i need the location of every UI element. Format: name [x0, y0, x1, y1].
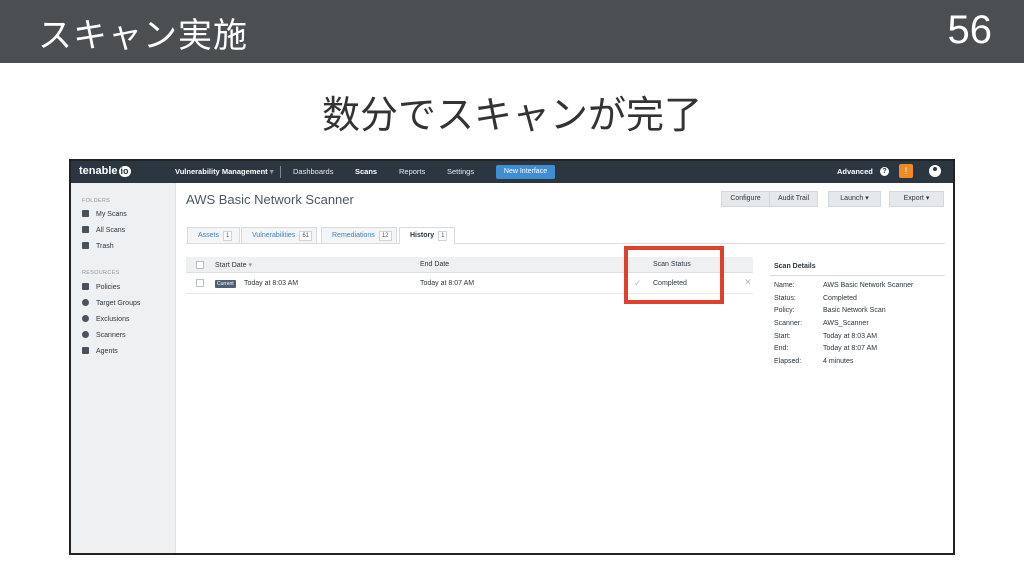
nav-settings[interactable]: Settings — [447, 167, 474, 176]
audit-trail-button[interactable]: Audit Trail — [769, 191, 818, 207]
sidebar-resources-heading: RESOURCES — [82, 270, 120, 276]
detail-value: Today at 8:03 AM — [823, 333, 878, 340]
detail-label: Scanner: — [774, 320, 803, 327]
tabs-divider — [186, 243, 945, 244]
sidebar-item-trash[interactable]: Trash — [82, 242, 114, 254]
detail-value: AWS Basic Network Scanner — [823, 282, 914, 289]
row-end-date: Today at 8:07 AM — [420, 280, 475, 287]
tab-assets[interactable]: Assets 1 — [187, 227, 240, 243]
tab-vulnerabilities[interactable]: Vulnerabilities 61 — [241, 227, 317, 243]
detail-value: 4 minutes — [823, 358, 854, 365]
details-divider — [770, 275, 945, 276]
row-checkbox[interactable] — [196, 279, 204, 287]
sort-icon: ▾ — [248, 262, 252, 269]
detail-value: Today at 8:07 AM — [823, 345, 878, 352]
detail-label: End: — [774, 345, 789, 352]
detail-value: Completed — [823, 295, 857, 302]
detail-label: Status: — [774, 295, 796, 302]
agent-icon — [82, 347, 89, 354]
target-icon — [82, 299, 89, 306]
shield-icon — [82, 283, 89, 290]
user-avatar-icon[interactable] — [929, 165, 941, 177]
scan-title: AWS Basic Network Scanner — [186, 192, 354, 207]
chevron-down-icon: ▾ — [925, 195, 930, 202]
scanner-icon — [82, 331, 89, 338]
slide-title: スキャン実施 — [38, 16, 248, 56]
top-nav: tenable io Vulnerability Management ▾ Das… — [71, 161, 953, 183]
detail-value: AWS_Scanner — [823, 320, 869, 327]
status-highlight-box — [624, 246, 724, 304]
detail-label: Elapsed: — [774, 358, 802, 365]
export-button[interactable]: Export ▾ — [889, 191, 944, 207]
sidebar-item-all-scans[interactable]: All Scans — [82, 226, 125, 238]
tab-count: 1 — [438, 231, 448, 241]
column-end-date[interactable]: End Date — [420, 261, 449, 268]
detail-label: Start: — [774, 333, 791, 340]
sidebar: FOLDERS My Scans All Scans Trash RESOURC… — [71, 183, 176, 553]
new-interface-button[interactable]: New Interface — [496, 165, 555, 179]
sidebar-item-scanners[interactable]: Scanners — [82, 331, 126, 343]
sidebar-item-target-groups[interactable]: Target Groups — [82, 299, 140, 311]
nav-separator — [280, 166, 281, 178]
tab-count: 61 — [299, 231, 313, 241]
sidebar-item-my-scans[interactable]: My Scans — [82, 210, 127, 222]
select-all-checkbox[interactable] — [196, 261, 204, 269]
current-badge: Current — [215, 280, 236, 288]
help-icon[interactable]: ? — [880, 167, 889, 176]
configure-button[interactable]: Configure — [721, 191, 770, 207]
sidebar-item-agents[interactable]: Agents — [82, 347, 118, 359]
sidebar-item-exclusions[interactable]: Exclusions — [82, 315, 129, 327]
detail-value: Basic Network Scan — [823, 307, 886, 314]
nav-dashboards[interactable]: Dashboards — [293, 167, 333, 176]
sidebar-folders-heading: FOLDERS — [82, 198, 111, 204]
exclusion-icon — [82, 315, 89, 322]
launch-button[interactable]: Launch ▾ — [828, 191, 881, 207]
detail-label: Policy: — [774, 307, 795, 314]
slide-subtitle: 数分でスキャンが完了 — [321, 93, 702, 137]
tab-count: 12 — [378, 231, 392, 241]
folder-icon — [82, 226, 89, 233]
app-screenshot: tenable io Vulnerability Management ▾ Das… — [69, 159, 955, 555]
module-switcher[interactable]: Vulnerability Management ▾ — [175, 167, 274, 176]
column-start-date[interactable]: Start Date ▾ — [215, 261, 252, 269]
nav-reports[interactable]: Reports — [399, 167, 425, 176]
nav-scans[interactable]: Scans — [355, 167, 377, 176]
detail-label: Name: — [774, 282, 795, 289]
slide-number: 56 — [947, 8, 993, 52]
tab-remediations[interactable]: Remediations 12 — [321, 227, 397, 243]
tab-history[interactable]: History 1 — [399, 227, 455, 244]
tenable-logo[interactable]: tenable io — [79, 165, 131, 177]
delete-icon[interactable]: ✕ — [744, 277, 752, 288]
notification-icon[interactable]: ! — [899, 164, 913, 178]
scan-details-title: Scan Details — [774, 263, 816, 270]
chevron-down-icon: ▾ — [865, 195, 869, 202]
sidebar-item-policies[interactable]: Policies — [82, 283, 120, 295]
nav-advanced[interactable]: Advanced — [837, 167, 873, 176]
slide-header: スキャン実施 56 — [0, 0, 1024, 63]
folder-icon — [82, 210, 89, 217]
row-start-date: Today at 8:03 AM — [244, 280, 299, 287]
tab-count: 1 — [223, 231, 233, 241]
trash-icon — [82, 242, 89, 249]
